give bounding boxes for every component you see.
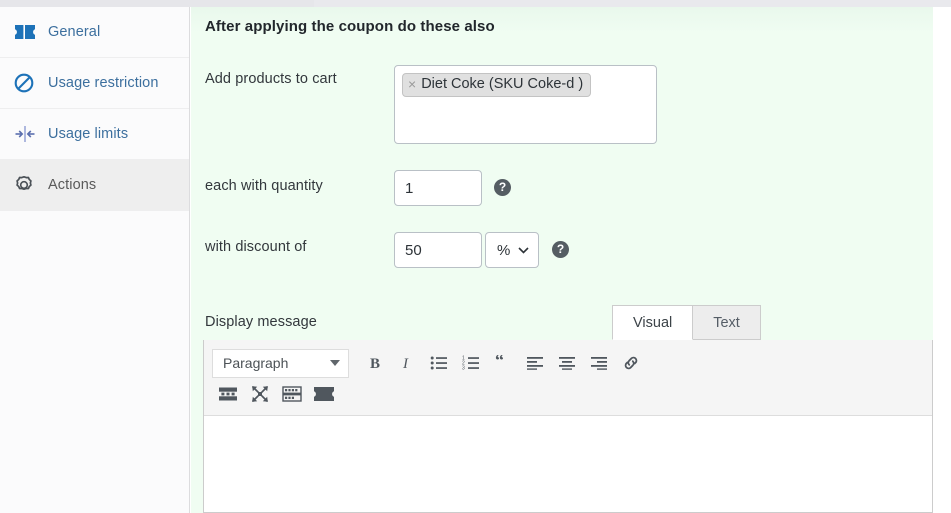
no-entry-icon — [14, 72, 40, 94]
italic-icon[interactable]: I — [391, 348, 423, 378]
bulleted-list-icon[interactable] — [423, 348, 455, 378]
screen: General Usage restriction Usage limits A… — [0, 0, 951, 513]
page-title: After applying the coupon do these also — [205, 18, 495, 35]
gear-icon — [14, 174, 40, 196]
quantity-label: each with quantity — [205, 178, 323, 194]
editor-toolbar-row-1: Paragraph B I 1 2 3 “ — [212, 347, 924, 379]
sidebar-item-label: Usage limits — [48, 126, 129, 142]
chevron-down-icon — [518, 246, 529, 254]
limits-icon — [14, 123, 40, 145]
editor-mode-tabs: Visual Text — [612, 305, 761, 340]
add-products-multiselect[interactable]: × Diet Coke (SKU Coke-d ) — [394, 65, 657, 144]
numbered-list-icon[interactable]: 1 2 3 — [455, 348, 487, 378]
sidebar-item-label: Actions — [48, 177, 97, 193]
page-right-margin — [933, 7, 951, 513]
discount-help-icon[interactable]: ? — [552, 241, 569, 258]
discount-unit-value: % — [497, 241, 511, 259]
blockquote-icon[interactable]: “ — [487, 348, 519, 378]
chevron-down-icon — [330, 360, 340, 366]
ticket-icon — [14, 21, 40, 43]
display-message-editor: Paragraph B I 1 2 3 “ — [203, 340, 933, 513]
chip-remove-icon[interactable]: × — [408, 76, 416, 93]
svg-text:I: I — [402, 356, 409, 372]
discount-label: with discount of — [205, 239, 307, 255]
svg-text:3: 3 — [462, 366, 465, 371]
insert-more-icon[interactable] — [212, 379, 244, 409]
discount-input[interactable] — [394, 232, 482, 268]
sidebar-item-usage-restriction[interactable]: Usage restriction — [0, 58, 189, 109]
align-center-icon[interactable] — [551, 348, 583, 378]
format-select-value: Paragraph — [223, 355, 289, 371]
format-select[interactable]: Paragraph — [212, 348, 349, 378]
align-left-icon[interactable] — [519, 348, 551, 378]
add-products-label: Add products to cart — [205, 71, 337, 87]
display-message-label: Display message — [205, 314, 317, 330]
toolbar-toggle-icon[interactable] — [276, 379, 308, 409]
sidebar-item-actions[interactable]: Actions — [0, 160, 189, 211]
svg-text:B: B — [370, 356, 380, 372]
svg-text:“: “ — [495, 355, 504, 370]
sidebar-item-general[interactable]: General — [0, 7, 189, 58]
tab-visual[interactable]: Visual — [612, 305, 694, 340]
sidebar-item-label: Usage restriction — [48, 75, 159, 91]
quantity-help-icon[interactable]: ? — [494, 179, 511, 196]
fullscreen-icon[interactable] — [244, 379, 276, 409]
chip-label: Diet Coke (SKU Coke-d ) — [421, 76, 584, 92]
coupon-ticket-icon[interactable] — [308, 379, 340, 409]
quantity-input[interactable] — [394, 170, 482, 206]
sidebar-item-usage-limits[interactable]: Usage limits — [0, 109, 189, 160]
product-chip[interactable]: × Diet Coke (SKU Coke-d ) — [402, 73, 592, 97]
editor-content-area[interactable] — [204, 416, 932, 496]
tab-text[interactable]: Text — [693, 305, 761, 340]
link-icon[interactable] — [615, 348, 647, 378]
editor-toolbar: Paragraph B I 1 2 3 “ — [204, 340, 932, 416]
sidebar-item-label: General — [48, 24, 101, 40]
window-top-band-right — [314, 0, 951, 7]
editor-toolbar-row-2 — [212, 379, 924, 409]
align-right-icon[interactable] — [583, 348, 615, 378]
bold-icon[interactable]: B — [359, 348, 391, 378]
coupon-settings-sidebar: General Usage restriction Usage limits A… — [0, 7, 190, 513]
discount-unit-select[interactable]: % — [485, 232, 539, 268]
